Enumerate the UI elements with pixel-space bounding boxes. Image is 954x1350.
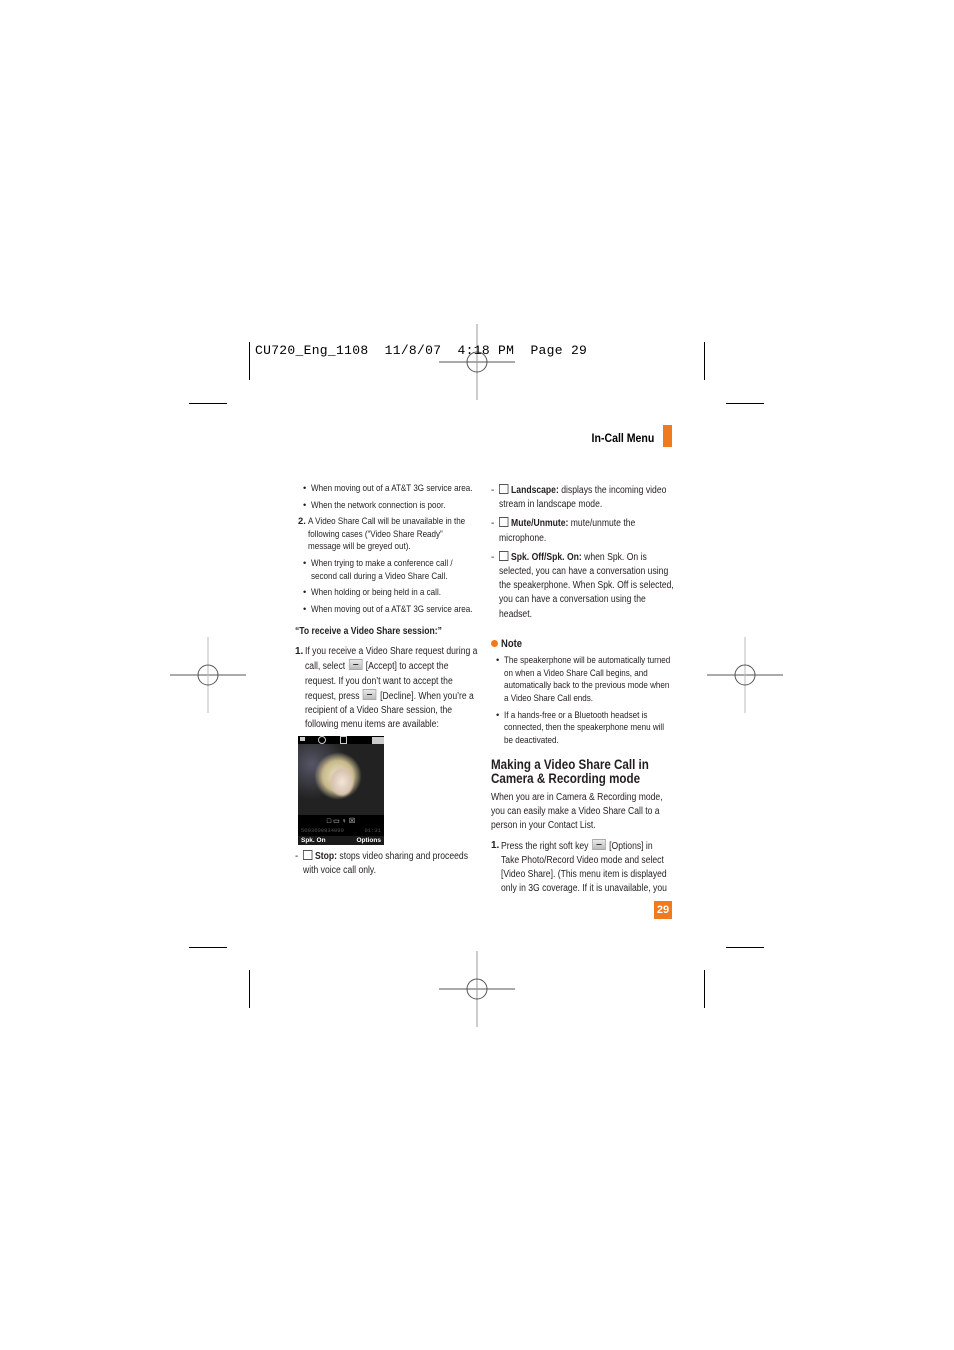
phone-number: 5093600934090 [301, 827, 344, 834]
registration-mark-right [707, 637, 783, 713]
numbered-step-1: 1. Press the right soft key [Options] in … [491, 838, 667, 895]
crop-mark [704, 342, 705, 380]
speaker-icon [499, 550, 509, 561]
stop-item: Stop: stops video sharing and proceeds w… [295, 850, 485, 883]
camera-recording-section: Making a Video Share Call in Camera & Re… [491, 758, 676, 896]
menu-item-mute: Mute/Unmute: mute/unmute the microphone. [491, 517, 676, 545]
crop-mark [704, 970, 705, 1008]
list-item: When holding or being held in a call. [298, 586, 483, 599]
registration-mark-bottom [439, 951, 515, 1027]
crop-mark [249, 342, 250, 380]
numbered-item-2: 2. A Video Share Call will be unavailabl… [298, 515, 466, 552]
crop-mark [726, 947, 764, 948]
left-column: When moving out of a AT&T 3G service are… [298, 482, 483, 619]
stop-icon [303, 850, 313, 860]
crop-mark [249, 970, 250, 1008]
menu-item-landscape: Landscape: displays the incoming video s… [491, 484, 676, 512]
registration-mark-top [439, 324, 515, 400]
page-number: 29 [654, 901, 672, 919]
left-softkey-label: Spk. On [301, 837, 326, 844]
right-column-menu-items: Landscape: displays the incoming video s… [491, 484, 676, 627]
phone-soft-key-bar: Spk. On Options [298, 836, 384, 845]
crop-mark [726, 403, 764, 404]
note-icon [491, 640, 498, 647]
left-soft-key-icon [348, 659, 363, 671]
phone-menu-icons: □ ▭ ♀ ☒ [326, 818, 356, 825]
crop-mark [189, 403, 227, 404]
section-heading: Making a Video Share Call in Camera & Re… [491, 757, 649, 786]
note-box: Note The speakerphone will be automatica… [491, 637, 676, 750]
list-item: If a hands-free or a Bluetooth headset i… [491, 709, 676, 747]
list-item: When moving out of a AT&T 3G service are… [298, 482, 483, 495]
receive-section: “To receive a Video Share session:” 1. I… [295, 625, 485, 732]
mute-icon [499, 517, 509, 528]
print-slug: CU720_Eng_1108 11/8/07 4:18 PM Page 29 [255, 343, 588, 358]
right-soft-key-icon [362, 688, 377, 700]
numbered-item-1: 1. If you receive a Video Share request … [295, 646, 478, 731]
list-item: When moving out of a AT&T 3G service are… [298, 603, 483, 616]
landscape-icon [499, 484, 509, 494]
video-preview-photo [298, 744, 384, 815]
right-softkey-label: Options [356, 837, 381, 844]
call-timer: 01:31 [364, 827, 381, 834]
list-item: When trying to make a conference call / … [298, 557, 483, 582]
crop-mark [189, 947, 227, 948]
phone-screen-image: □ ▭ ♀ ☒ 5093600934090 01:31 Spk. On Opti… [298, 736, 384, 845]
section-title: In-Call Menu [591, 431, 654, 445]
right-soft-key-icon [591, 838, 606, 850]
phone-status-bar [298, 736, 384, 744]
section-intro: When you are in Camera & Recording mode,… [491, 792, 663, 832]
note-title: Note [501, 638, 523, 650]
receive-heading: “To receive a Video Share session:” [295, 626, 442, 637]
registration-mark-left [170, 637, 246, 713]
menu-item-speaker: Spk. Off/Spk. On: when Spk. On is select… [491, 550, 676, 622]
list-item: When the network connection is poor. [298, 499, 483, 512]
section-tab-marker [663, 425, 672, 447]
list-item: The speakerphone will be automatically t… [491, 654, 676, 704]
